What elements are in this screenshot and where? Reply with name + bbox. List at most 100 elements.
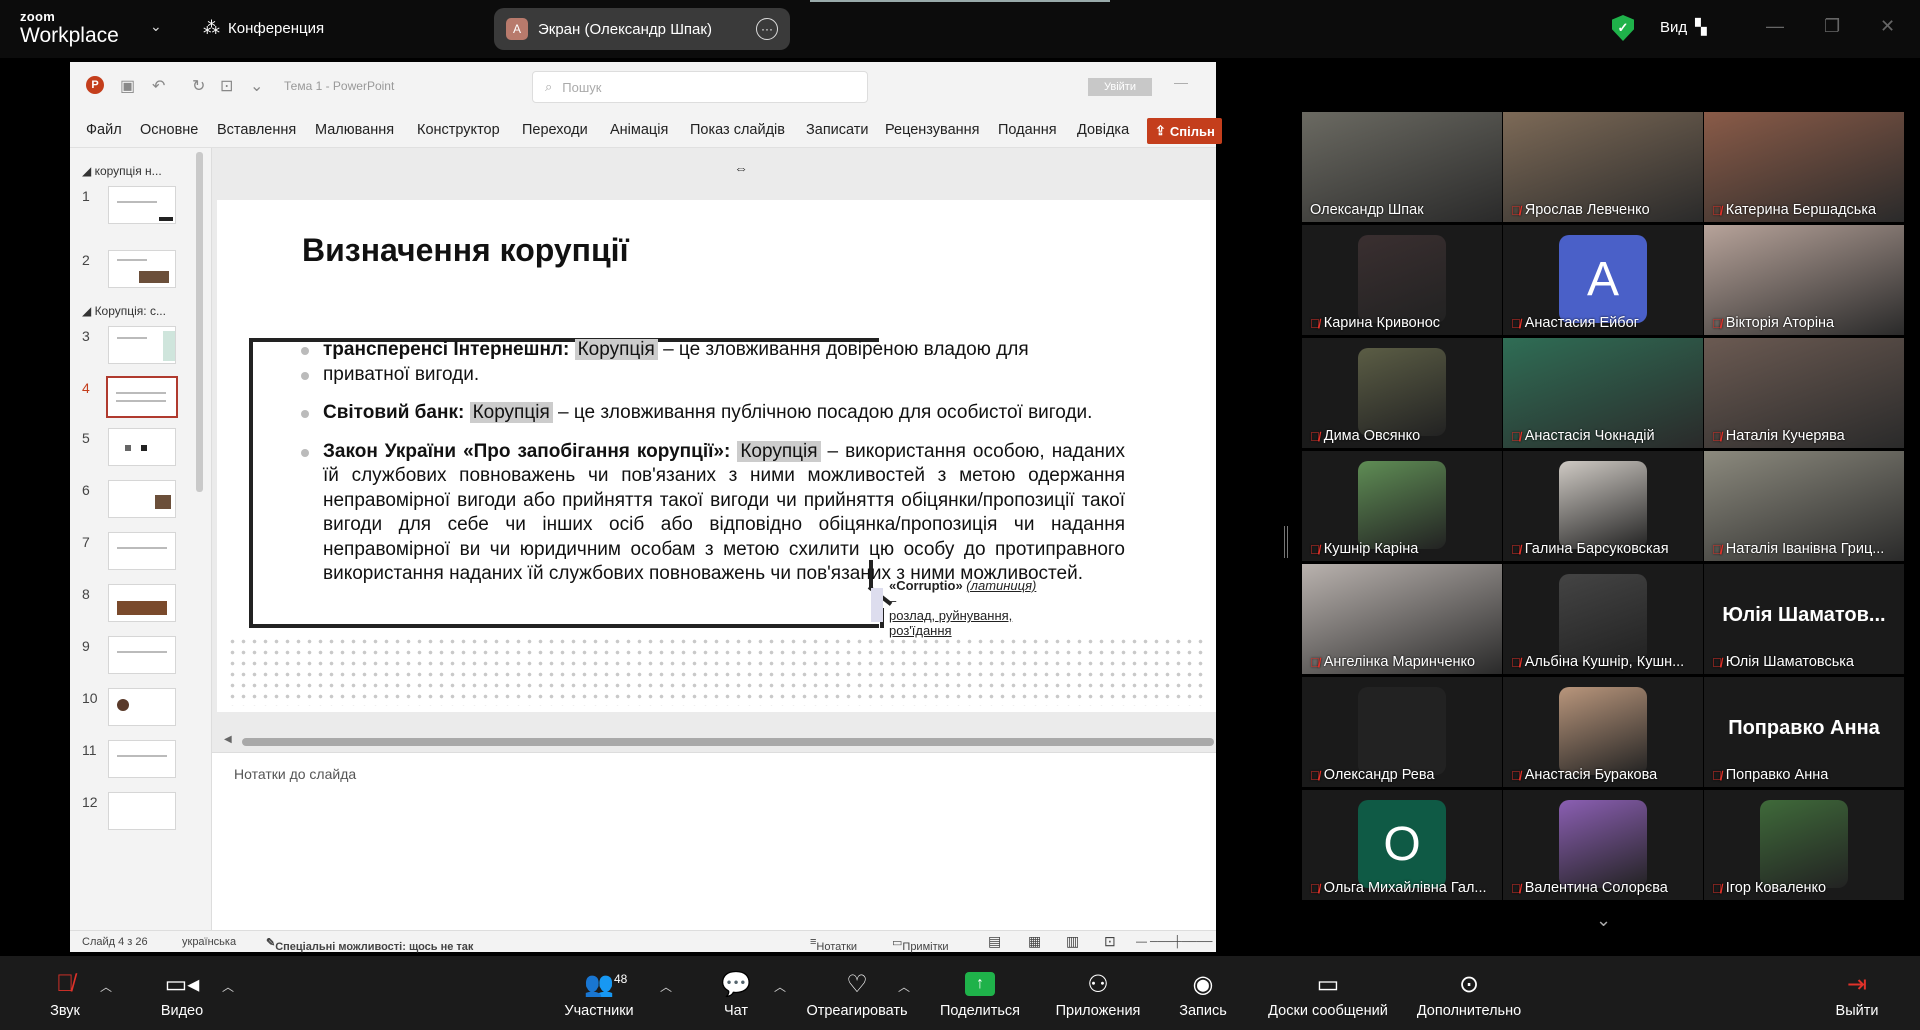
- participant-tile[interactable]: Юлія Шаматов... 🎙̸ Юлія Шаматовська: [1704, 564, 1904, 674]
- participant-tile[interactable]: 🎙̸ Кушнір Каріна: [1302, 451, 1502, 561]
- slide-thumbnail-11[interactable]: [108, 740, 176, 778]
- slide-thumbnail-7[interactable]: [108, 532, 176, 570]
- ppt-share-button[interactable]: ⇪ Спільн: [1147, 118, 1222, 144]
- ppt-minimize-icon[interactable]: —: [1174, 74, 1188, 90]
- save-icon[interactable]: ▣: [120, 76, 135, 96]
- participants-button[interactable]: 👥 48 Участники: [544, 968, 654, 1020]
- leave-button[interactable]: ⇥ Выйти: [1802, 968, 1912, 1020]
- participant-tile[interactable]: A 🎙̸ Анастасия Ейбог: [1503, 225, 1703, 335]
- mic-muted-icon: 🎙̸: [1712, 428, 1722, 444]
- horizontal-scrollbar[interactable]: ◀: [224, 734, 1214, 746]
- mic-muted-icon: 🎙̸: [1511, 767, 1521, 783]
- meeting-info-button[interactable]: ⁂ Конференция: [203, 18, 324, 38]
- participant-tile[interactable]: 🎙̸ Ігор Коваленко: [1704, 790, 1904, 900]
- slide-thumbnail-10[interactable]: [108, 688, 176, 726]
- section-1-header[interactable]: ◢ корупція н...: [82, 164, 162, 178]
- tab-design[interactable]: Конструктор: [417, 122, 500, 138]
- tab-file[interactable]: Файл: [86, 122, 122, 138]
- participant-tile[interactable]: 🎙̸ Анастасія Чокнадій: [1503, 338, 1703, 448]
- window-close-icon[interactable]: ✕: [1880, 16, 1895, 37]
- screen-share-indicator[interactable]: A Экран (Олександр Шпак) ···: [494, 8, 790, 50]
- slide-thumbnail-1[interactable]: [108, 186, 176, 224]
- tab-animations[interactable]: Анімація: [610, 122, 668, 138]
- video-button[interactable]: ▭◂ Видео: [127, 968, 237, 1020]
- slide-thumbnail-5[interactable]: [108, 428, 176, 466]
- window-maximize-icon[interactable]: ❐: [1824, 16, 1840, 37]
- participant-tile[interactable]: 🎙̸ Анастасія Буракова: [1503, 677, 1703, 787]
- normal-view-icon[interactable]: ▤: [988, 933, 1001, 950]
- participant-tile[interactable]: 🎙̸ Альбіна Кушнір, Кушн...: [1503, 564, 1703, 674]
- participant-tile[interactable]: 🎙̸ Галина Барсуковская: [1503, 451, 1703, 561]
- participant-tile[interactable]: 🎙̸ Ярослав Левченко: [1503, 112, 1703, 222]
- search-box[interactable]: ⌕ Пошук: [532, 71, 868, 103]
- slide-thumbnail-2[interactable]: [108, 250, 176, 288]
- participant-tile[interactable]: Поправко Анна 🎙̸ Поправко Анна: [1704, 677, 1904, 787]
- tab-view[interactable]: Подання: [998, 122, 1057, 138]
- slide-thumbnail-8[interactable]: [108, 584, 176, 622]
- slide-thumbnail-3[interactable]: [108, 326, 176, 364]
- whiteboards-button[interactable]: ▭ Доски сообщений: [1268, 968, 1388, 1020]
- scroll-left-icon[interactable]: ◀: [224, 734, 232, 745]
- section-2-header[interactable]: ◢ Корупція: с...: [82, 304, 166, 318]
- tab-home[interactable]: Основне: [140, 122, 198, 138]
- grid-view-icon: ▚: [1695, 19, 1707, 36]
- tab-slideshow[interactable]: Показ слайдів: [690, 122, 785, 138]
- customize-icon[interactable]: ⌄: [250, 76, 263, 96]
- slide-sorter-icon[interactable]: ▦: [1028, 933, 1041, 950]
- participant-tile[interactable]: 🎙̸ Ангелінка Маринченко: [1302, 564, 1502, 674]
- slide-thumbnail-12[interactable]: [108, 792, 176, 830]
- panel-resize-handle[interactable]: [1284, 526, 1288, 558]
- tab-record[interactable]: Записати: [806, 122, 869, 138]
- window-minimize-icon[interactable]: —: [1766, 16, 1784, 37]
- participant-name: Кушнір Каріна: [1323, 541, 1419, 557]
- audio-options-caret[interactable]: ︿: [100, 978, 112, 995]
- redo-icon[interactable]: ↻: [192, 76, 205, 96]
- slideshow-view-icon[interactable]: ⊡: [1104, 933, 1116, 950]
- current-slide[interactable]: Визначення корупції трансперенсі Інтерне…: [217, 200, 1216, 712]
- accessibility-status[interactable]: ✎ Спеціальні можливості: щось не так: [266, 936, 473, 953]
- notes-pane[interactable]: Нотатки до слайда: [212, 752, 1216, 930]
- tab-draw[interactable]: Малювання: [315, 122, 394, 138]
- reading-view-icon[interactable]: ▥: [1066, 933, 1079, 950]
- react-button[interactable]: ♡ Отреагировать: [802, 968, 912, 1020]
- zoom-workplace-logo[interactable]: zoom Workplace: [20, 10, 119, 46]
- chat-options-caret[interactable]: ︿: [774, 978, 786, 995]
- present-icon[interactable]: ⊡: [220, 76, 233, 96]
- comments-toggle[interactable]: ▭ Примітки: [892, 936, 949, 953]
- chevron-down-icon[interactable]: ⌄: [1596, 910, 1611, 931]
- tab-review[interactable]: Рецензування: [885, 122, 980, 138]
- participant-tile[interactable]: Олександр Шпак: [1302, 112, 1502, 222]
- more-button[interactable]: ⊙ Дополнительно: [1414, 968, 1524, 1020]
- sign-in-button[interactable]: Увійти: [1088, 78, 1152, 96]
- tab-help[interactable]: Довідка: [1077, 122, 1129, 138]
- participants-options-caret[interactable]: ︿: [660, 978, 672, 995]
- participant-tile[interactable]: 🎙̸ Карина Кривонос: [1302, 225, 1502, 335]
- video-options-caret[interactable]: ︿: [222, 978, 234, 995]
- participant-tile[interactable]: 🎙̸ Катерина Бершадська: [1704, 112, 1904, 222]
- participant-tile[interactable]: 🎙̸ Дима Овсянко: [1302, 338, 1502, 448]
- more-options-icon[interactable]: ···: [756, 18, 778, 40]
- participant-tile[interactable]: 🎙̸ Наталія Іванівна Гриц...: [1704, 451, 1904, 561]
- participant-tile[interactable]: 🎙̸ Валентина Солорєва: [1503, 790, 1703, 900]
- tab-transitions[interactable]: Переходи: [522, 122, 588, 138]
- undo-icon[interactable]: ↶: [152, 76, 165, 96]
- react-options-caret[interactable]: ︿: [898, 978, 910, 995]
- record-button[interactable]: ◉ Запись: [1148, 968, 1258, 1020]
- chevron-down-icon[interactable]: ⌄: [150, 18, 162, 35]
- tab-insert[interactable]: Вставлення: [217, 122, 296, 138]
- language-indicator[interactable]: українська: [182, 936, 236, 948]
- slide-thumbnail-6[interactable]: [108, 480, 176, 518]
- participant-tile[interactable]: O 🎙̸ Ольга Михайлівна Гал...: [1302, 790, 1502, 900]
- zoom-slider[interactable]: — ───┼────: [1136, 936, 1212, 948]
- view-button[interactable]: Вид ▚: [1660, 18, 1707, 37]
- share-screen-button[interactable]: ↑ Поделиться: [925, 968, 1035, 1019]
- slide-thumbnail-4[interactable]: [106, 376, 178, 418]
- security-shield-icon[interactable]: ✓: [1612, 15, 1634, 41]
- apps-button[interactable]: ⚇ Приложения: [1043, 968, 1153, 1020]
- notes-toggle[interactable]: ≡ Нотатки: [810, 936, 857, 953]
- thumbnails-scrollbar[interactable]: [196, 152, 203, 492]
- participant-tile[interactable]: 🎙̸ Вікторія Аторіна: [1704, 225, 1904, 335]
- participant-tile[interactable]: 🎙̸ Олександр Рева: [1302, 677, 1502, 787]
- participant-tile[interactable]: 🎙̸ Наталія Кучерява: [1704, 338, 1904, 448]
- slide-thumbnail-9[interactable]: [108, 636, 176, 674]
